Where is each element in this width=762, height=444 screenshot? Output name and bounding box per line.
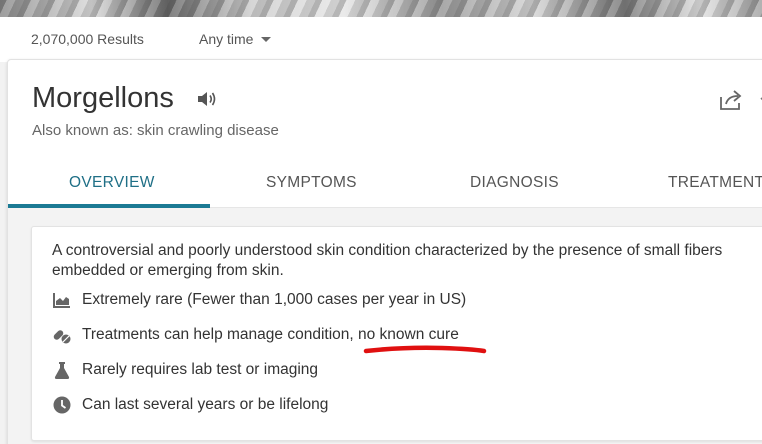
overview-panel: A controversial and poorly understood sk… bbox=[31, 226, 762, 441]
fact-text: Can last several years or be lifelong bbox=[82, 396, 329, 413]
flask-icon bbox=[54, 362, 70, 379]
tab-diagnosis[interactable]: DIAGNOSIS bbox=[470, 174, 559, 192]
tab-bar: OVERVIEW SYMPTOMS DIAGNOSIS TREATMENT bbox=[8, 158, 762, 208]
results-bar: 2,070,000 Results Any time bbox=[0, 17, 762, 62]
condition-card: Morgellons Also known as: skin crawling … bbox=[7, 59, 762, 444]
share-icon[interactable] bbox=[718, 88, 744, 112]
tab-content: A controversial and poorly understood sk… bbox=[8, 208, 762, 444]
tab-overview[interactable]: OVERVIEW bbox=[69, 174, 155, 192]
fact-item: Rarely requires lab test or imaging bbox=[52, 359, 318, 381]
fact-item: Can last several years or be lifelong bbox=[52, 394, 328, 416]
clock-icon bbox=[53, 396, 71, 414]
tab-treatment[interactable]: TREATMENT bbox=[668, 174, 762, 192]
condition-description: A controversial and poorly understood sk… bbox=[52, 242, 723, 279]
pills-icon bbox=[53, 330, 71, 344]
fact-text: Extremely rare (Fewer than 1,000 cases p… bbox=[82, 291, 467, 308]
time-filter-label: Any time bbox=[199, 31, 254, 47]
fact-text: Rarely requires lab test or imaging bbox=[82, 361, 319, 378]
speaker-icon[interactable] bbox=[196, 89, 218, 109]
condition-title: Morgellons bbox=[32, 82, 174, 114]
red-underline-annotation bbox=[363, 345, 487, 354]
dropdown-caret-icon bbox=[261, 37, 272, 42]
fact-item: Extremely rare (Fewer than 1,000 cases p… bbox=[52, 289, 466, 311]
result-count: 2,070,000 Results bbox=[31, 31, 144, 47]
tab-symptoms[interactable]: SYMPTOMS bbox=[266, 174, 357, 192]
time-filter-dropdown[interactable]: Any time bbox=[199, 31, 272, 47]
header-background-image bbox=[0, 0, 762, 17]
also-known-as: Also known as: skin crawling disease bbox=[32, 122, 279, 139]
chart-icon bbox=[53, 293, 70, 308]
